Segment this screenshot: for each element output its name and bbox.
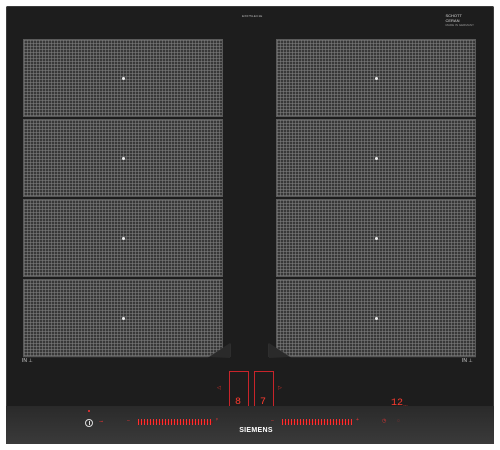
minus-icon[interactable]: –	[271, 418, 274, 424]
power-button-icon[interactable]	[85, 419, 93, 427]
power-indicator-led	[88, 410, 90, 412]
plus-icon[interactable]: +	[356, 417, 359, 423]
lock-icon[interactable]: ⊸	[99, 419, 103, 425]
flex-indicator-left: IN ⊥	[22, 358, 33, 364]
power-level-display-right[interactable]: 7	[254, 371, 274, 411]
brand-logo: SIEMENS	[239, 427, 273, 434]
power-slider-left[interactable]	[138, 419, 213, 425]
power-level-display-left[interactable]: 8 A	[229, 371, 249, 411]
control-panel	[6, 406, 494, 444]
flex-indicator-right: IN ⊥	[462, 358, 473, 364]
power-slider-right[interactable]	[282, 419, 352, 425]
info-icon[interactable]: ◌	[397, 418, 400, 424]
timer-icon[interactable]: ◷	[382, 418, 386, 424]
cooktop: EX675LEC1E SCHOTT CERAN MADE IN GERMANY …	[6, 6, 494, 444]
zone-select-arrow-right[interactable]: ▷	[278, 385, 282, 391]
zone-outline-lines	[23, 343, 476, 358]
zone-select-arrow-left[interactable]: ◁	[217, 385, 221, 391]
minus-icon[interactable]: –	[127, 418, 130, 424]
boost-icon[interactable]: ᵖ	[216, 417, 218, 423]
